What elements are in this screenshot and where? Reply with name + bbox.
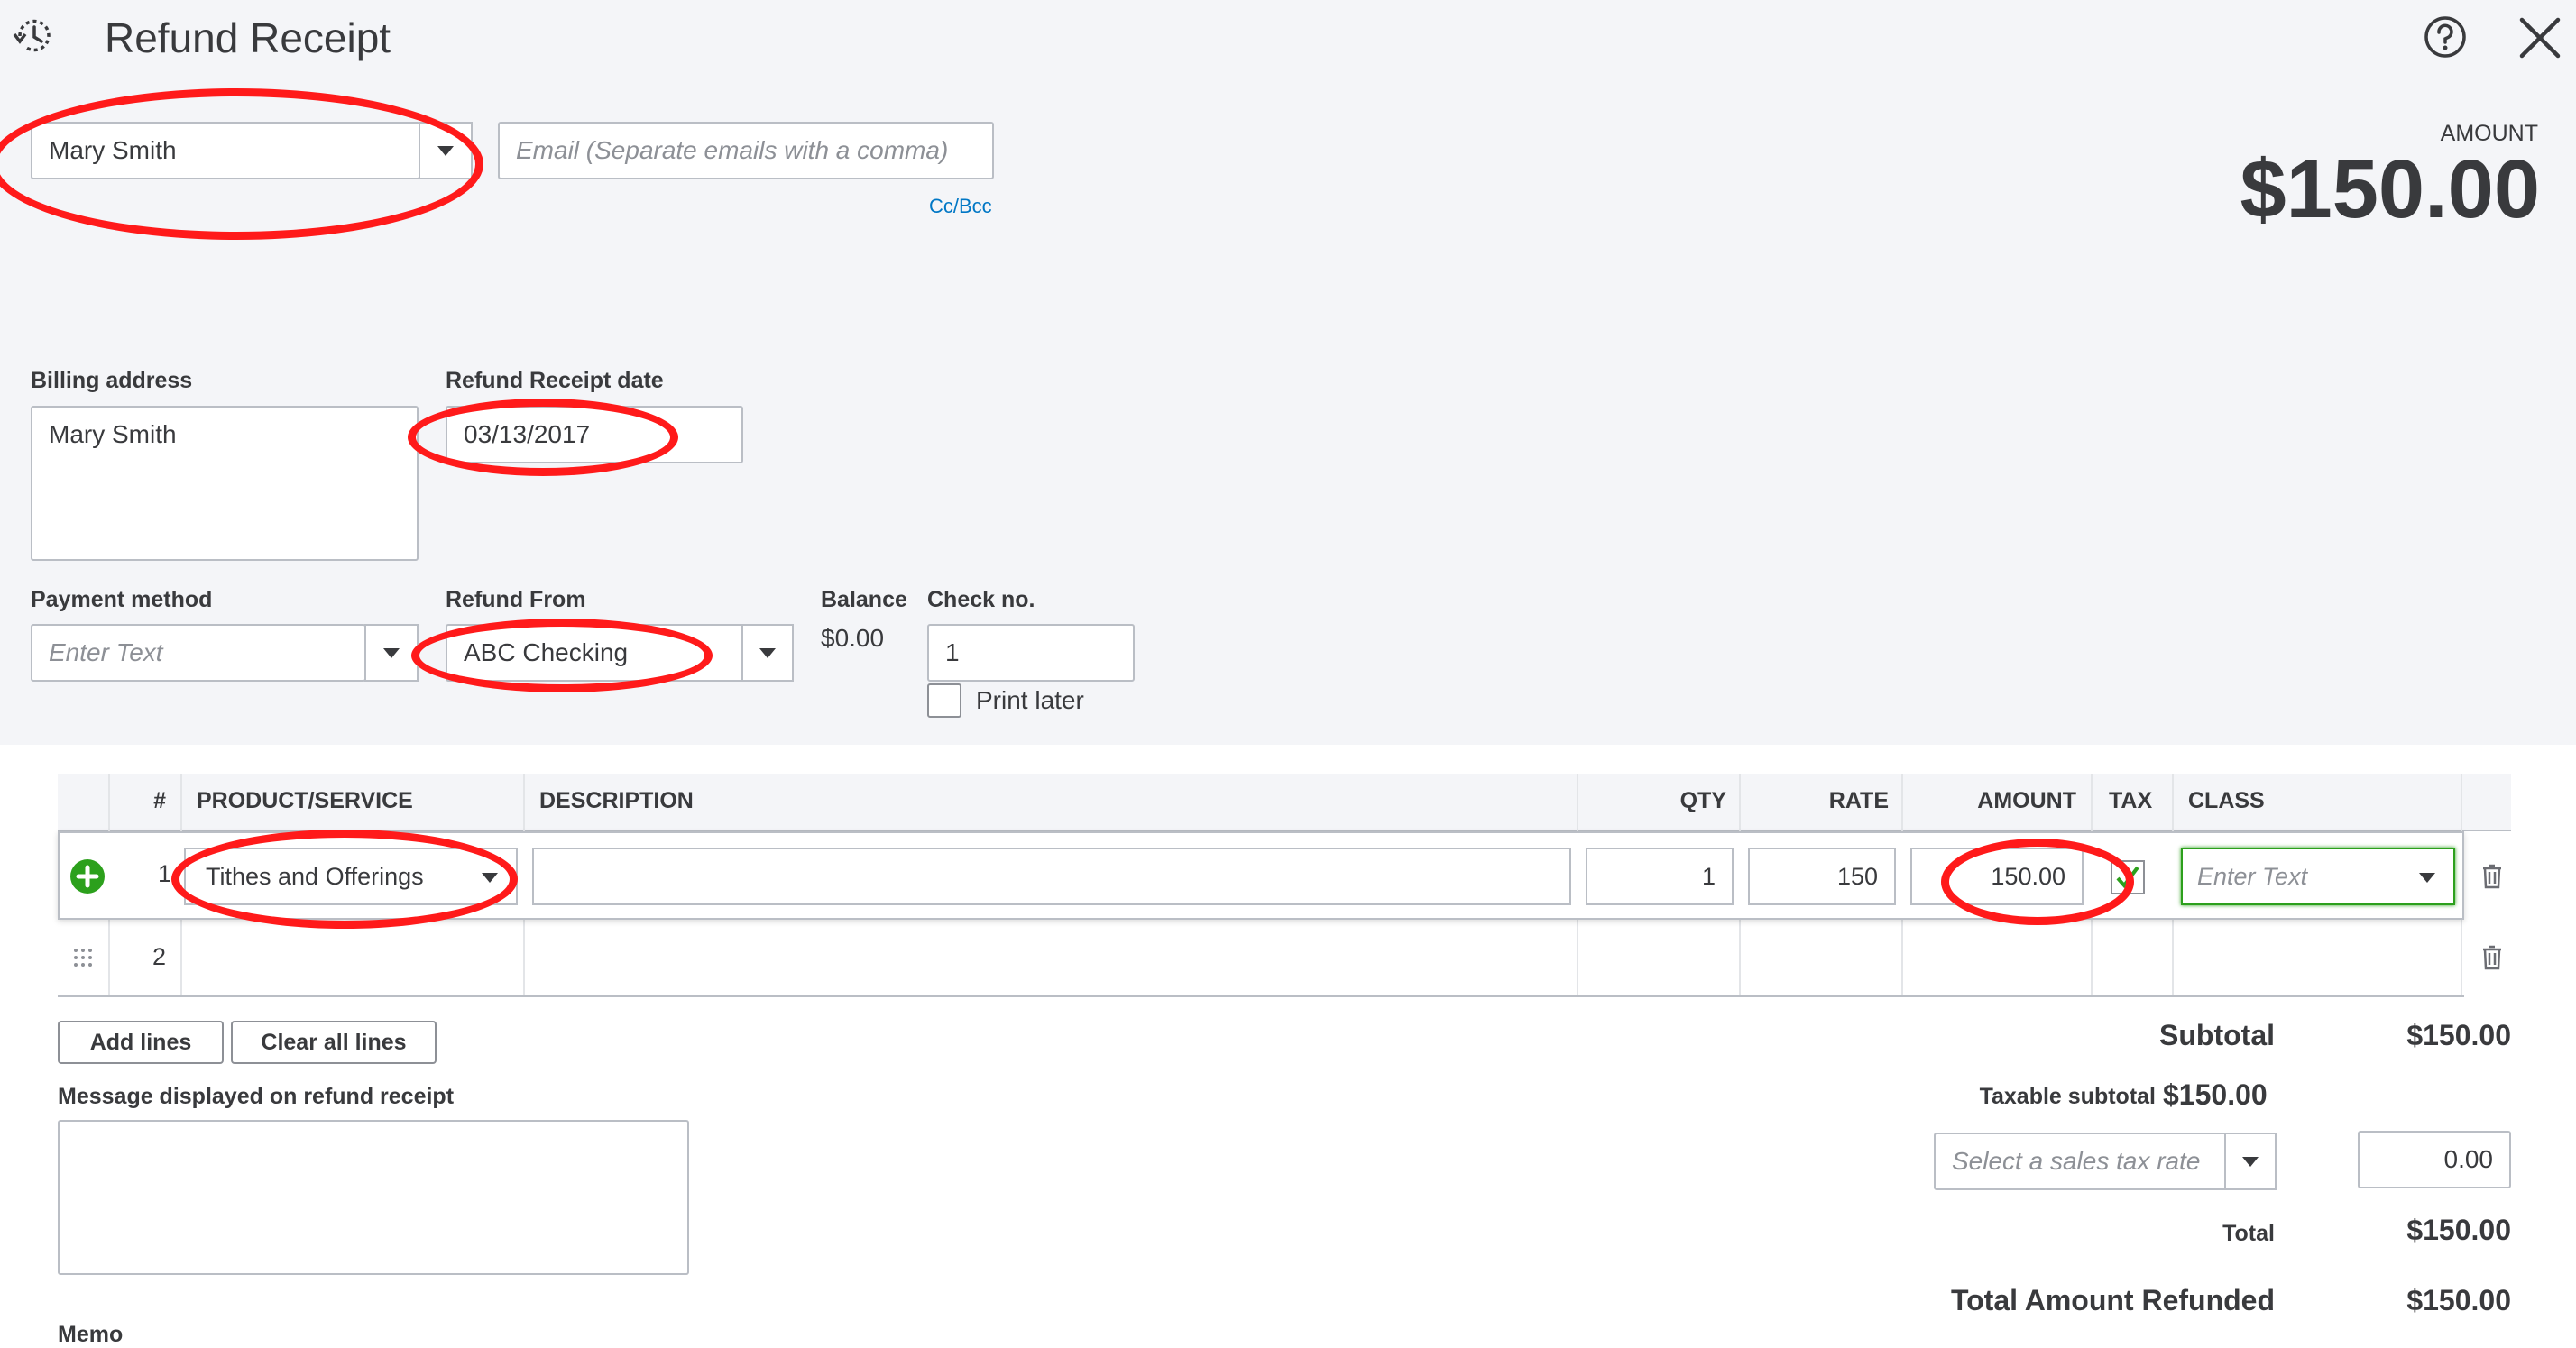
billing-address-field[interactable]: Mary Smith: [31, 406, 419, 561]
row-number: 2: [152, 943, 166, 970]
sales-tax-amount-field[interactable]: 0.00: [2358, 1131, 2511, 1188]
qty-value: 1: [1701, 862, 1716, 890]
amount-field[interactable]: 150.00: [1910, 848, 2084, 905]
col-header-class: CLASS: [2188, 788, 2265, 813]
checkmark-icon: [2116, 866, 2139, 889]
question-circle-icon[interactable]: [2423, 14, 2468, 60]
trash-icon[interactable]: [2482, 864, 2502, 894]
customer-dropdown-button[interactable]: [419, 122, 473, 179]
product-service-value: Tithes and Offerings: [206, 862, 424, 890]
class-select[interactable]: Enter Text: [2181, 848, 2455, 905]
sales-tax-rate-placeholder: Select a sales tax rate: [1952, 1147, 2201, 1175]
message-field[interactable]: [58, 1120, 689, 1275]
caret-shape: [482, 873, 498, 883]
sales-tax-rate-select[interactable]: Select a sales tax rate: [1934, 1133, 2228, 1190]
payment-method-dropdown-button[interactable]: [364, 624, 419, 682]
qty-field[interactable]: 1: [1586, 848, 1734, 905]
table-row[interactable]: [58, 920, 2464, 997]
chevron-down-icon: [759, 647, 776, 658]
taxable-subtotal-label: Taxable subtotal: [1979, 1084, 2156, 1109]
subtotal-label: Subtotal: [2159, 1019, 2275, 1051]
caret-shape: [2419, 873, 2435, 883]
total-label: Total: [2222, 1221, 2275, 1246]
refund-from-label: Refund From: [446, 587, 586, 612]
col-header-num: #: [153, 788, 166, 813]
payment-method-placeholder: Enter Text: [49, 638, 163, 666]
col-header-tax: TAX: [2109, 788, 2153, 813]
check-no-label: Check no.: [927, 587, 1035, 612]
refund-from-dropdown-button[interactable]: [741, 624, 794, 682]
billing-address-value: Mary Smith: [49, 420, 177, 448]
page-title: Refund Receipt: [105, 14, 391, 61]
amount-cell-value: 150.00: [1991, 862, 2065, 890]
class-placeholder: Enter Text: [2197, 862, 2308, 890]
col-header-rate: RATE: [1828, 788, 1889, 813]
add-row-icon[interactable]: [69, 858, 106, 894]
customer-select[interactable]: Mary Smith: [31, 122, 420, 179]
email-placeholder: Email (Separate emails with a comma): [516, 136, 949, 164]
sales-tax-dropdown-button[interactable]: [2224, 1133, 2277, 1190]
payment-method-select[interactable]: Enter Text: [31, 624, 366, 682]
rate-field[interactable]: 150: [1748, 848, 1896, 905]
tax-checkbox[interactable]: [2111, 860, 2145, 894]
customer-value: Mary Smith: [49, 136, 177, 164]
balance-value: $0.00: [821, 624, 885, 652]
refund-date-label: Refund Receipt date: [446, 368, 664, 393]
check-no-field[interactable]: 1: [927, 624, 1135, 682]
col-header-qty: QTY: [1679, 788, 1726, 813]
col-header-amount: AMOUNT: [1977, 788, 2076, 813]
billing-address-label: Billing address: [31, 368, 193, 393]
check-no-value: 1: [945, 638, 960, 666]
amount-value: $150.00: [2240, 143, 2540, 235]
ccbcc-link[interactable]: Cc/Bcc: [929, 195, 992, 218]
clear-all-lines-button[interactable]: Clear all lines: [231, 1021, 437, 1064]
sales-tax-amount-value: 0.00: [2443, 1145, 2494, 1173]
print-later-label: Print later: [976, 686, 1084, 714]
row-number: 1: [157, 860, 171, 887]
col-header-product: PRODUCT/SERVICE: [197, 788, 413, 813]
refund-from-value: ABC Checking: [464, 638, 629, 666]
email-field[interactable]: Email (Separate emails with a comma): [498, 122, 994, 179]
product-service-select[interactable]: Tithes and Offerings: [184, 848, 518, 905]
chevron-down-icon: [383, 647, 400, 658]
print-later-checkbox[interactable]: [927, 683, 961, 718]
payment-method-label: Payment method: [31, 587, 213, 612]
total-amount-refunded-value: $150.00: [2406, 1284, 2511, 1316]
subtotal-value: $150.00: [2406, 1019, 2511, 1051]
chevron-down-icon[interactable]: [2419, 873, 2435, 883]
chevron-down-icon: [437, 145, 454, 156]
chevron-down-icon[interactable]: [482, 873, 498, 883]
total-value: $150.00: [2406, 1214, 2511, 1246]
taxable-subtotal-value: $150.00: [2163, 1078, 2268, 1111]
balance-label: Balance: [821, 587, 907, 612]
col-header-description: DESCRIPTION: [539, 788, 694, 813]
close-icon[interactable]: [2516, 14, 2563, 61]
message-label: Message displayed on refund receipt: [58, 1084, 455, 1109]
drag-handle-icon[interactable]: [72, 947, 94, 968]
description-field[interactable]: [532, 848, 1571, 905]
memo-label: Memo: [58, 1322, 124, 1347]
refund-date-field[interactable]: 03/13/2017: [446, 406, 743, 463]
refund-date-value: 03/13/2017: [464, 420, 591, 448]
add-lines-button[interactable]: Add lines: [58, 1021, 224, 1064]
refund-from-select[interactable]: ABC Checking: [446, 624, 743, 682]
clock-history-icon[interactable]: [13, 14, 56, 58]
rate-value: 150: [1836, 862, 1878, 890]
total-amount-refunded-label: Total Amount Refunded: [1950, 1284, 2275, 1316]
trash-icon[interactable]: [2482, 945, 2502, 975]
chevron-down-icon: [2242, 1156, 2259, 1167]
